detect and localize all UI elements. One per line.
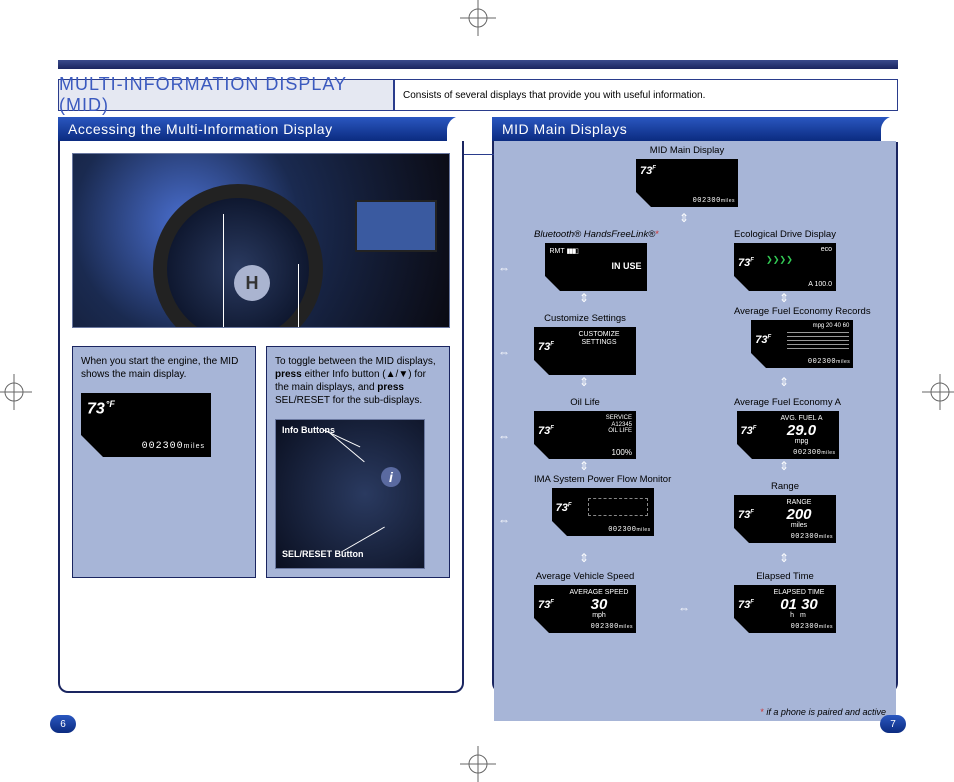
thumb-eco: 73F eco ❯❯❯❯ A 100.0 <box>734 243 836 291</box>
node-main: MID Main Display 73F 002300miles <box>636 145 738 207</box>
arrow-vert-icon: ⇕ <box>579 459 589 473</box>
arrow-vert-icon: ⇕ <box>579 291 589 305</box>
registration-mark-bottom <box>460 746 496 782</box>
node-range-label: Range <box>734 481 836 492</box>
odo-unit: miles <box>184 443 205 450</box>
arrow-down-icon: ⇕ <box>679 211 689 225</box>
arrow-vert-icon: ⇕ <box>779 291 789 305</box>
thumb-elapsed: 73F ELAPSED TIME01 30h m 002300miles <box>734 585 836 633</box>
node-bt-label: Bluetooth® HandsFreeLink® <box>534 229 655 240</box>
page-number-right: 7 <box>880 715 906 733</box>
node-elapsed: Elapsed Time 73F ELAPSED TIME01 30h m 00… <box>734 571 836 633</box>
nav-screen <box>355 200 437 252</box>
arrow-vert-icon: ⇕ <box>579 551 589 565</box>
footnote: * if a phone is paired and active <box>760 707 886 717</box>
arrow-horiz-icon: ⇔ <box>498 429 510 443</box>
arrow-vert-icon: ⇕ <box>779 375 789 389</box>
node-afe-a: Average Fuel Economy A 73F AVG. FUEL A29… <box>734 397 841 459</box>
registration-mark-top <box>460 0 496 36</box>
arrow-horiz-icon: ⇔ <box>498 261 510 275</box>
node-afe-a-label: Average Fuel Economy A <box>734 397 841 408</box>
node-ima: IMA System Power Flow Monitor 73F 002300… <box>534 475 671 536</box>
thumb-range: 73F RANGE200miles 002300miles <box>734 495 836 543</box>
thumb-bluetooth: RMT ▮▮▮▯ IN USE <box>545 243 647 291</box>
chapter-intro: Consists of several displays that provid… <box>394 79 898 111</box>
info-icon: i <box>380 466 402 488</box>
thumb-afe-records: 73F mpg 20 40 60 002300miles <box>751 320 853 368</box>
thumb-afe-a: 73F AVG. FUEL A29.0mpg 002300miles <box>737 411 839 459</box>
chapter-intro-text: Consists of several displays that provid… <box>403 90 705 101</box>
top-rule <box>58 60 898 69</box>
callout-line <box>223 214 224 328</box>
node-range: Range 73F RANGE200miles 002300miles <box>734 481 836 543</box>
node-afe-rec-label: Average Fuel Economy Records <box>734 307 871 317</box>
arrow-vert-icon: ⇕ <box>779 459 789 473</box>
node-avs-label: Average Vehicle Speed <box>534 571 636 582</box>
registration-mark-right <box>922 374 954 410</box>
sel-reset-label: SEL/RESET Button <box>282 550 364 560</box>
honda-logo: H <box>234 265 270 301</box>
callout-line <box>298 264 299 328</box>
mid-main-display-large: 73°F 002300miles <box>81 393 211 457</box>
node-eco: Ecological Drive Display 73F eco ❯❯❯❯ A … <box>734 229 836 291</box>
node-oil-label: Oil Life <box>534 397 636 408</box>
arrow-vert-icon: ⇕ <box>579 375 589 389</box>
callout-start-engine: When you start the engine, the MID shows… <box>72 346 256 578</box>
section-header-right-text: MID Main Displays <box>502 121 627 137</box>
node-cust-label: Customize Settings <box>534 313 636 324</box>
chapter-title: MULTI-INFORMATION DISPLAY (MID) <box>59 74 393 116</box>
node-main-label: MID Main Display <box>636 145 738 156</box>
registration-mark-left <box>0 374 32 410</box>
arrow-vert-icon: ⇕ <box>779 551 789 565</box>
node-customize: Customize Settings 73F CUSTOMIZESETTINGS <box>534 313 636 375</box>
arrow-horiz-icon: ⇔ <box>498 513 510 527</box>
right-panel: MID Main Display 73F 002300miles Bluetoo… <box>492 141 898 693</box>
temp-value: 73 <box>87 400 105 417</box>
thumb-oil: 73F SERVICEA12345OIL LIFE 100% <box>534 411 636 459</box>
odo-value: 002300 <box>142 441 184 452</box>
node-bluetooth: Bluetooth® HandsFreeLink®* RMT ▮▮▮▯ IN U… <box>534 229 659 291</box>
info-buttons-photo: Info Buttons SEL/RESET Button i <box>275 419 425 569</box>
thumb-main: 73F 002300miles <box>636 159 738 207</box>
callout-start-text: When you start the engine, the MID shows… <box>81 356 238 380</box>
page-number-left: 6 <box>50 715 76 733</box>
arrow-horiz-icon: ⇔ <box>678 601 690 615</box>
node-afe-records: Average Fuel Economy Records 73F mpg 20 … <box>734 307 871 368</box>
temp-unit: °F <box>106 399 115 409</box>
node-elapsed-label: Elapsed Time <box>734 571 836 582</box>
arrow-horiz-icon: ⇔ <box>498 345 510 359</box>
thumb-ima: 73F 002300miles <box>552 488 654 536</box>
mid-flowchart: MID Main Display 73F 002300miles Bluetoo… <box>494 141 896 721</box>
section-header-left: Accessing the Multi-Information Display <box>58 117 464 141</box>
node-avs: Average Vehicle Speed 73F AVERAGE SPEED3… <box>534 571 636 633</box>
callout-toggle: To toggle between the MID displays, pres… <box>266 346 450 578</box>
thumb-avs: 73F AVERAGE SPEED30mph 002300miles <box>534 585 636 633</box>
thumb-customize: 73F CUSTOMIZESETTINGS <box>534 327 636 375</box>
callout-toggle-text: To toggle between the MID displays, pres… <box>275 356 436 406</box>
section-header-left-text: Accessing the Multi-Information Display <box>68 121 333 137</box>
left-panel: H When you start the engine, the MID sho… <box>58 141 464 693</box>
section-header-right: MID Main Displays <box>492 117 898 141</box>
node-oil: Oil Life 73F SERVICEA12345OIL LIFE 100% <box>534 397 636 459</box>
node-eco-label: Ecological Drive Display <box>734 229 836 240</box>
dashboard-photo: H <box>72 153 450 328</box>
node-ima-label: IMA System Power Flow Monitor <box>534 475 671 485</box>
chapter-title-box: MULTI-INFORMATION DISPLAY (MID) <box>58 79 394 111</box>
